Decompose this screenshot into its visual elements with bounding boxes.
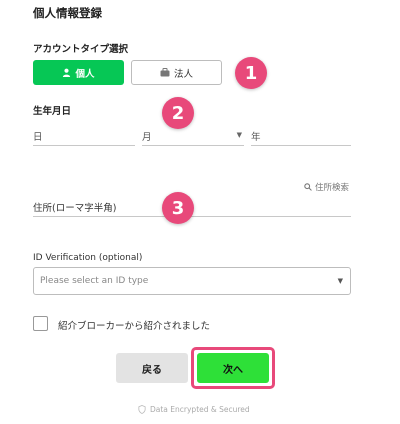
briefcase-icon bbox=[160, 68, 170, 77]
id-verification-label: ID Verification (optional) bbox=[33, 253, 143, 263]
birth-month-select[interactable]: 月 ▼ bbox=[142, 126, 244, 146]
next-button[interactable]: 次へ bbox=[197, 353, 269, 383]
personal-account-label: 個人 bbox=[75, 68, 95, 80]
step-badge-2: 2 bbox=[162, 97, 194, 129]
step-badge-1: 1 bbox=[235, 57, 267, 89]
address-placeholder: 住所(ローマ字半角) bbox=[33, 202, 117, 214]
broker-referral-label: 紹介ブローカーから紹介されました bbox=[58, 321, 211, 332]
account-type-label: アカウントタイプ選択 bbox=[33, 44, 129, 55]
step-badge-3: 3 bbox=[162, 192, 194, 224]
corporate-account-button[interactable]: 法人 bbox=[131, 60, 222, 85]
person-icon bbox=[63, 68, 71, 77]
birth-year-placeholder: 年 bbox=[251, 131, 261, 143]
id-type-select[interactable]: Please select an ID type ▼ bbox=[33, 267, 351, 295]
chevron-down-icon: ▼ bbox=[337, 277, 343, 285]
id-type-placeholder: Please select an ID type bbox=[40, 276, 149, 286]
secure-note: Data Encrypted & Secured bbox=[138, 405, 250, 414]
birthdate-label: 生年月日 bbox=[33, 106, 72, 117]
corporate-account-label: 法人 bbox=[173, 68, 193, 80]
page-title: 個人情報登録 bbox=[33, 6, 102, 20]
shield-icon bbox=[138, 405, 146, 414]
birth-year-field[interactable]: 年 bbox=[251, 126, 351, 146]
birth-month-placeholder: 月 bbox=[142, 131, 152, 143]
search-icon bbox=[304, 183, 312, 191]
back-button[interactable]: 戻る bbox=[116, 353, 188, 383]
broker-referral-checkbox[interactable] bbox=[33, 316, 48, 331]
address-search-label: 住所検索 bbox=[315, 183, 350, 193]
personal-account-button[interactable]: 個人 bbox=[33, 60, 124, 85]
secure-note-text: Data Encrypted & Secured bbox=[150, 405, 250, 414]
birth-day-field[interactable]: 日 bbox=[33, 126, 135, 146]
chevron-down-icon: ▼ bbox=[236, 131, 242, 139]
address-search-link[interactable]: 住所検索 bbox=[304, 181, 349, 193]
birth-day-placeholder: 日 bbox=[33, 131, 43, 143]
